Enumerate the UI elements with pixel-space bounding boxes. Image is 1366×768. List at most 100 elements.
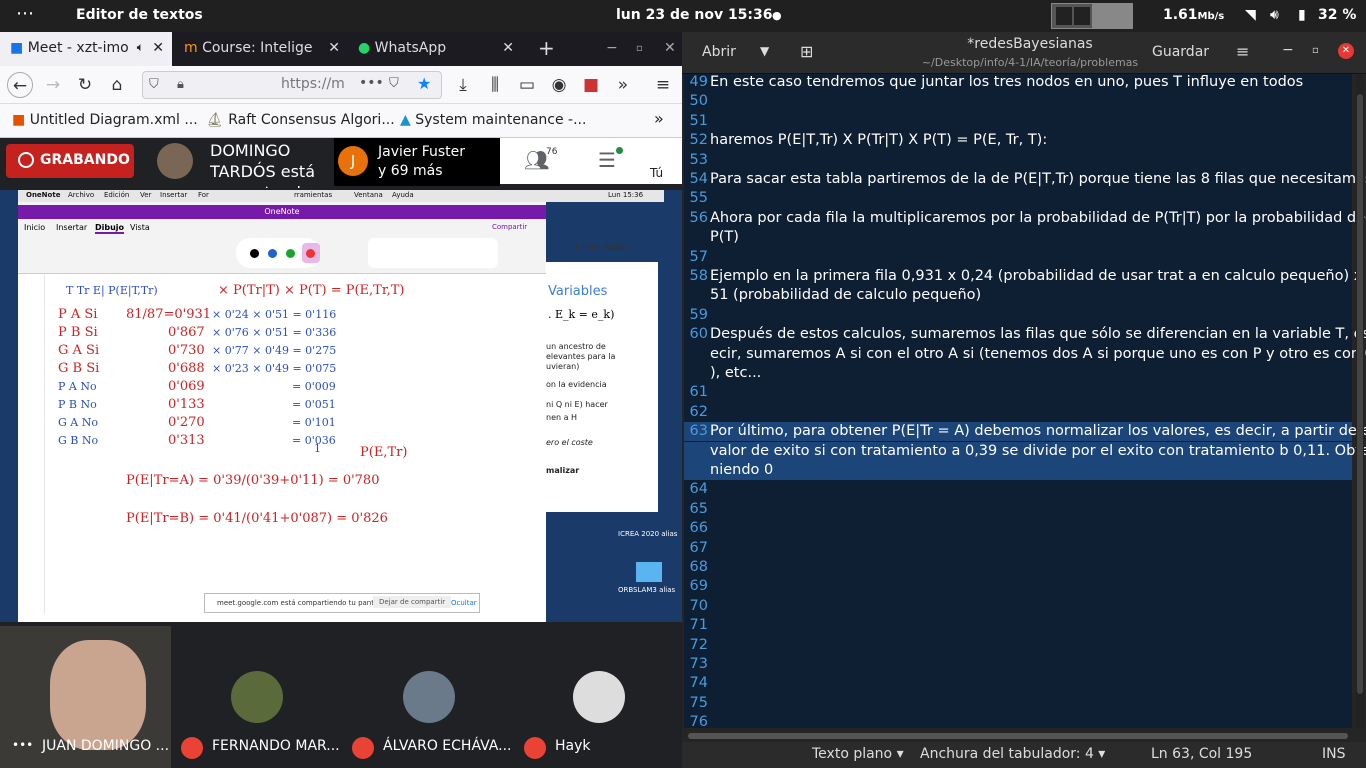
workspace-switcher[interactable]: [1051, 3, 1133, 29]
editor-line[interactable]: 55: [684, 189, 1352, 208]
color-blue[interactable]: [268, 249, 277, 258]
vertical-scrollbar[interactable]: [1356, 74, 1364, 728]
editor-line[interactable]: 71: [684, 616, 1352, 635]
close-tab-icon[interactable]: ✕: [328, 40, 340, 56]
editor-line[interactable]: 66: [684, 519, 1352, 538]
maximize-icon[interactable]: ▫: [626, 32, 653, 66]
editor-line[interactable]: 63 Por último, para obtener P(E|Tr = A) d…: [684, 422, 1366, 442]
editor-line[interactable]: 60 Después de estos calculos, sumaremos l…: [684, 325, 1366, 344]
shield-icon[interactable]: ⛉: [149, 77, 159, 92]
share-button[interactable]: Compartir: [492, 223, 527, 231]
volume-icon[interactable]: 🔊︎: [1270, 7, 1279, 23]
editor-line[interactable]: 52 haremos P(E|T,Tr) X P(Tr|T) X P(T) = P…: [684, 131, 1352, 150]
tab-course[interactable]: m Course: Intelige ✕: [174, 32, 348, 66]
editor-line[interactable]: 57: [684, 248, 1352, 267]
signin-link[interactable]: Iniciar sesión: [575, 242, 627, 251]
editor-line[interactable]: 62: [684, 403, 1352, 422]
scroll-thumb[interactable]: [1357, 94, 1363, 694]
bookmark-raft[interactable]: ⛵︎ Raft Consensus Algori...: [206, 112, 395, 128]
sidebar-icon[interactable]: ▭: [514, 72, 540, 98]
editor-line[interactable]: 69: [684, 577, 1352, 596]
editor-line[interactable]: 51 (probabilidad de calculo pequeño): [684, 286, 1352, 305]
tab-inicio[interactable]: Inicio: [24, 223, 45, 232]
editor-line[interactable]: 61: [684, 383, 1352, 402]
editor-line[interactable]: 59: [684, 306, 1352, 325]
close-tab-icon[interactable]: ✕: [152, 40, 164, 56]
editor-line[interactable]: 75: [684, 694, 1352, 713]
reload-icon[interactable]: ↻: [72, 72, 98, 98]
new-tab-icon[interactable]: ⊞: [800, 42, 813, 61]
editor-line[interactable]: 70: [684, 597, 1352, 616]
editor-line[interactable]: P(T): [684, 228, 1352, 247]
url-bar[interactable]: ⛉ 🔒︎ https://m ••• ⛉ ★: [142, 71, 442, 99]
editor-line[interactable]: 74: [684, 674, 1352, 693]
editor-line[interactable]: 67: [684, 539, 1352, 558]
url-text[interactable]: https://m: [281, 76, 345, 92]
bookmark-star-icon[interactable]: ★: [417, 74, 431, 93]
horizontal-scrollbar[interactable]: [688, 733, 1348, 739]
library-icon[interactable]: ⫼: [482, 72, 508, 98]
forward-arrow-icon[interactable]: →: [40, 72, 66, 98]
activities-dots-icon[interactable]: ⋯: [16, 3, 34, 24]
minimize-icon[interactable]: −: [1282, 42, 1294, 58]
account-icon[interactable]: ◉: [546, 72, 572, 98]
new-tab-icon[interactable]: +: [528, 32, 565, 66]
menu-icon[interactable]: ≡: [1236, 42, 1249, 61]
close-window-icon[interactable]: ✕: [1338, 43, 1354, 59]
desktop-icon-icrea[interactable]: ICREA 2020 alias: [618, 530, 677, 538]
bookmark-system[interactable]: ▲ System maintenance -...: [400, 112, 586, 128]
desktop-icon-orbslam[interactable]: ORBSLAM3 alias: [618, 586, 675, 594]
editor-line[interactable]: niendo 0: [684, 461, 1352, 480]
open-button[interactable]: Abrir: [702, 44, 736, 60]
page-actions-icon[interactable]: •••: [359, 75, 384, 91]
editor-line[interactable]: 68: [684, 558, 1352, 577]
onenote-canvas[interactable]: T Tr E| P(E|T,Tr) × P(Tr|T) × P(T) = P(E…: [43, 274, 544, 614]
open-dropdown-icon[interactable]: ▼: [760, 44, 769, 58]
editor-line[interactable]: 58 Ejemplo en la primera fila 0,931 x 0,2…: [684, 267, 1366, 286]
color-black[interactable]: [250, 249, 259, 258]
editor-line[interactable]: 76: [684, 713, 1352, 732]
editor-line[interactable]: 73: [684, 655, 1352, 674]
folder-icon[interactable]: [636, 562, 662, 582]
hamburger-menu-icon[interactable]: ≡: [650, 72, 676, 98]
editor-line[interactable]: valor de exito si con tratamiento a 0,39…: [684, 441, 1366, 461]
editor-line[interactable]: 65: [684, 500, 1352, 519]
workspace-3[interactable]: [1092, 4, 1132, 28]
workspace-2[interactable]: [1074, 7, 1090, 25]
active-app-title[interactable]: Editor de textos: [76, 7, 203, 23]
editor-line[interactable]: 49 En este caso tendremos que juntar los …: [684, 73, 1352, 92]
tab-whatsapp[interactable]: ● WhatsApp ✕: [348, 32, 522, 66]
maximize-icon[interactable]: ▫: [1312, 45, 1319, 56]
editor-line[interactable]: 51: [684, 112, 1352, 131]
tab-insertar[interactable]: Insertar: [56, 223, 87, 232]
cursor-position[interactable]: Ln 63, Col 195: [1151, 746, 1252, 762]
minimize-icon[interactable]: −: [596, 32, 628, 66]
tab-meet[interactable]: ■ Meet - xzt-imo 🔈︎ ✕: [0, 32, 172, 66]
color-green[interactable]: [286, 249, 295, 258]
wifi-icon[interactable]: ◥: [1245, 7, 1256, 23]
editor-line[interactable]: 50: [684, 92, 1352, 111]
home-icon[interactable]: ⌂: [104, 72, 130, 98]
editor-line[interactable]: 54 Para sacar esta tabla partiremos de la…: [684, 170, 1366, 189]
editor-line[interactable]: ), etc...: [684, 364, 1352, 383]
color-red[interactable]: [306, 249, 315, 258]
save-button[interactable]: Guardar: [1152, 44, 1209, 60]
bookmark-diagram[interactable]: ■ Untitled Diagram.xml ...: [12, 112, 198, 128]
editor-line[interactable]: 72: [684, 636, 1352, 655]
tab-dibujo[interactable]: Dibujo: [95, 223, 125, 234]
editor-line[interactable]: 64: [684, 480, 1352, 499]
speaker-icon[interactable]: 🔈︎: [137, 40, 144, 55]
extension-icon[interactable]: ■: [578, 72, 604, 98]
hide-button[interactable]: Ocultar: [451, 599, 477, 607]
clock[interactable]: lun 23 de nov 15:36: [616, 7, 773, 23]
participant-tile-javier[interactable]: J Javier Fuster y 69 más: [334, 138, 500, 186]
download-icon[interactable]: ⤓: [450, 72, 476, 98]
back-arrow-icon[interactable]: ←: [7, 72, 33, 98]
close-tab-icon[interactable]: ✕: [502, 40, 514, 56]
tab-width-selector[interactable]: Anchura del tabulador: 4 ▾: [920, 746, 1105, 762]
overflow-icon[interactable]: »: [610, 72, 636, 98]
chat-icon[interactable]: ☰: [598, 148, 616, 172]
syntax-selector[interactable]: Texto plano ▾: [812, 746, 904, 762]
editor-line[interactable]: ecir, sumaremos A si con el otro A si (t…: [684, 345, 1366, 364]
pocket-icon[interactable]: ⛉: [389, 76, 399, 91]
